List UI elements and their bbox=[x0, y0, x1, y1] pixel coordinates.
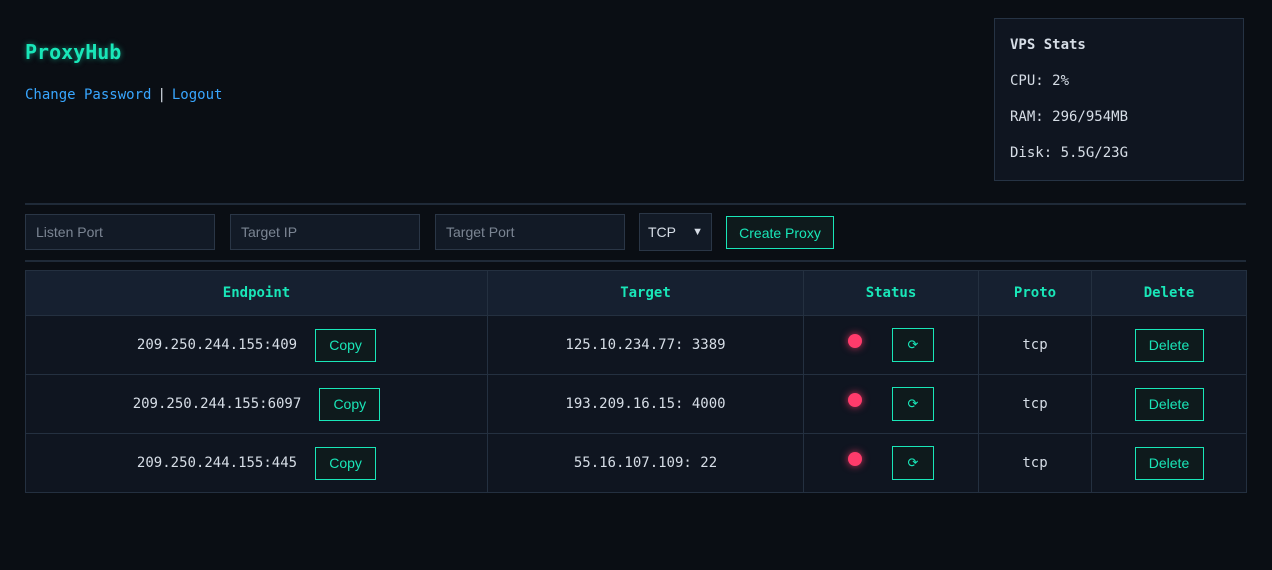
logout-link[interactable]: Logout bbox=[172, 87, 223, 103]
endpoint-cell: 209.250.244.155:445 Copy bbox=[25, 433, 488, 493]
table-header-row: Endpoint Target Status Proto Delete bbox=[25, 270, 1247, 316]
status-cell: ⟳ bbox=[803, 374, 979, 434]
proto-cell: tcp bbox=[978, 315, 1092, 375]
table-row: 209.250.244.155:6097 Copy 193.209.16.15:… bbox=[25, 374, 1247, 434]
listen-port-input[interactable] bbox=[25, 214, 215, 250]
status-cell: ⟳ bbox=[803, 315, 979, 375]
change-password-link[interactable]: Change Password bbox=[25, 87, 151, 103]
target-port-input[interactable] bbox=[435, 214, 625, 250]
protocol-select[interactable]: TCP ▼ bbox=[639, 213, 712, 251]
page: ProxyHub Change Password | Logout VPS Stat… bbox=[0, 0, 1272, 570]
delete-cell: Delete bbox=[1091, 433, 1247, 493]
header-endpoint: Endpoint bbox=[25, 270, 488, 316]
copy-button[interactable]: Copy bbox=[315, 446, 377, 480]
target-ip-input[interactable] bbox=[230, 214, 420, 250]
refresh-icon[interactable]: ⟳ bbox=[892, 387, 934, 421]
refresh-icon[interactable]: ⟳ bbox=[892, 446, 934, 480]
copy-button[interactable]: Copy bbox=[315, 328, 377, 362]
vps-stats-panel: VPS Stats CPU: 2% RAM: 296/954MB Disk: 5… bbox=[994, 18, 1244, 181]
top-nav: Change Password | Logout bbox=[25, 87, 222, 103]
copy-button[interactable]: Copy bbox=[319, 387, 381, 421]
proto-cell: tcp bbox=[978, 433, 1092, 493]
status-cell: ⟳ bbox=[803, 433, 979, 493]
table-row: 209.250.244.155:445 Copy 55.16.107.109: … bbox=[25, 433, 1247, 493]
target-cell: 55.16.107.109: 22 bbox=[487, 433, 804, 493]
delete-cell: Delete bbox=[1091, 315, 1247, 375]
divider-bottom bbox=[25, 260, 1246, 262]
header-status: Status bbox=[803, 270, 979, 316]
table-row: 209.250.244.155:409 Copy 125.10.234.77: … bbox=[25, 315, 1247, 375]
delete-button[interactable]: Delete bbox=[1134, 387, 1204, 421]
status-dot-icon bbox=[848, 334, 862, 348]
nav-separator: | bbox=[157, 87, 166, 103]
delete-cell: Delete bbox=[1091, 374, 1247, 434]
proto-cell: tcp bbox=[978, 374, 1092, 434]
app-title: ProxyHub bbox=[25, 40, 122, 64]
target-cell: 125.10.234.77: 3389 bbox=[487, 315, 804, 375]
delete-button[interactable]: Delete bbox=[1134, 446, 1204, 480]
endpoint-cell: 209.250.244.155:409 Copy bbox=[25, 315, 488, 375]
divider-top bbox=[25, 203, 1246, 205]
delete-button[interactable]: Delete bbox=[1134, 328, 1204, 362]
protocol-selected-value: TCP bbox=[648, 224, 676, 240]
target-cell: 193.209.16.15: 4000 bbox=[487, 374, 804, 434]
status-dot-icon bbox=[848, 452, 862, 466]
status-dot-icon bbox=[848, 393, 862, 407]
refresh-icon[interactable]: ⟳ bbox=[892, 328, 934, 362]
create-proxy-button[interactable]: Create Proxy bbox=[726, 216, 834, 249]
endpoint-text: 209.250.244.155:445 bbox=[136, 455, 298, 471]
header-delete: Delete bbox=[1091, 270, 1247, 316]
chevron-down-icon: ▼ bbox=[692, 226, 703, 238]
header-target: Target bbox=[487, 270, 804, 316]
endpoint-cell: 209.250.244.155:6097 Copy bbox=[25, 374, 488, 434]
ram-stat: RAM: 296/954MB bbox=[1010, 109, 1129, 125]
vps-stats-title: VPS Stats bbox=[1010, 37, 1086, 53]
cpu-stat: CPU: 2% bbox=[1010, 73, 1070, 89]
endpoint-text: 209.250.244.155:6097 bbox=[132, 396, 302, 412]
header-proto: Proto bbox=[978, 270, 1092, 316]
disk-stat: Disk: 5.5G/23G bbox=[1010, 145, 1129, 161]
proxy-table: Endpoint Target Status Proto Delete 209.… bbox=[25, 270, 1247, 493]
endpoint-text: 209.250.244.155:409 bbox=[136, 337, 298, 353]
